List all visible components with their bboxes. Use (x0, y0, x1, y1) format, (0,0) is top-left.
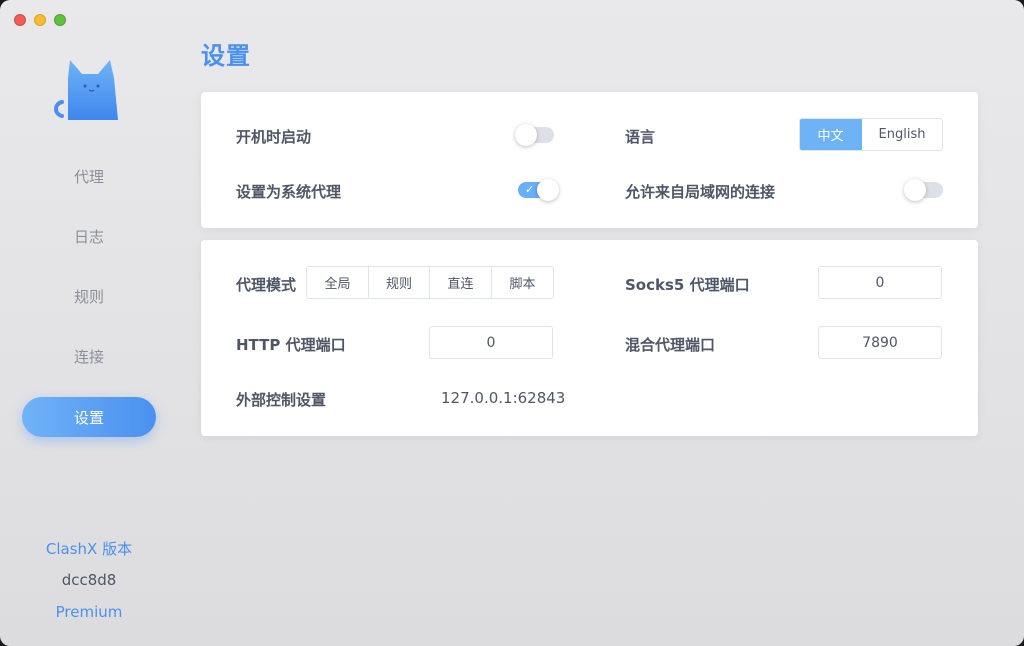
sidebar-item-connections[interactable]: 连接 (22, 336, 156, 376)
language-label: 语言 (625, 128, 656, 146)
sidebar-item-label: 日志 (73, 227, 104, 246)
sidebar-item-label: 连接 (73, 347, 104, 366)
language-option-english[interactable]: English (862, 119, 942, 150)
sidebar-item-label: 设置 (73, 408, 104, 427)
edition-label: Premium (55, 603, 123, 621)
clashx-cat-logo-icon (54, 60, 118, 120)
proxy-mode-script[interactable]: 脚本 (492, 267, 553, 298)
sidebar-item-label: 代理 (73, 167, 104, 186)
allow-lan-toggle[interactable] (904, 179, 943, 201)
socks5-port-input[interactable] (818, 266, 942, 299)
socks5-port-label: Socks5 代理端口 (625, 276, 750, 294)
mixed-port-label: 混合代理端口 (625, 336, 716, 354)
sidebar-item-label: 规则 (73, 287, 104, 306)
sidebar-item-rules[interactable]: 规则 (22, 276, 156, 316)
toggle-knob (515, 124, 537, 146)
app-window: 代理 日志 规则 连接 设置 ClashX 版本 dcc8d8 Premium … (0, 0, 1024, 646)
language-selector: 中文 English (799, 118, 943, 151)
sidebar-item-proxy[interactable]: 代理 (22, 156, 156, 196)
sidebar-item-settings[interactable]: 设置 (22, 397, 156, 437)
page-title: 设置 (201, 42, 251, 70)
external-controller-label: 外部控制设置 (236, 391, 327, 409)
sidebar: 代理 日志 规则 连接 设置 ClashX 版本 dcc8d8 Premium (0, 0, 178, 646)
proxy-mode-selector: 全局 规则 直连 脚本 (306, 266, 554, 299)
sidebar-item-logs[interactable]: 日志 (22, 216, 156, 256)
system-proxy-label: 设置为系统代理 (236, 183, 342, 201)
external-controller-address[interactable]: 127.0.0.1:62843 (441, 389, 565, 407)
language-option-chinese[interactable]: 中文 (800, 119, 862, 150)
proxy-settings-card: 代理模式 全局 规则 直连 脚本 Socks5 代理端口 HTTP 代理端口 混… (201, 240, 978, 436)
toggle-knob (904, 179, 926, 201)
toggle-knob (537, 179, 559, 201)
mixed-port-input[interactable] (818, 326, 942, 359)
proxy-mode-label: 代理模式 (236, 276, 297, 294)
version-label: ClashX 版本 (45, 540, 133, 558)
proxy-mode-direct[interactable]: 直连 (430, 267, 492, 298)
launch-at-login-label: 开机时启动 (236, 128, 312, 146)
system-proxy-toggle[interactable]: ✓ (518, 179, 559, 201)
proxy-mode-rule[interactable]: 规则 (369, 267, 430, 298)
launch-at-login-toggle[interactable] (515, 124, 554, 146)
version-value: dcc8d8 (61, 571, 117, 589)
http-port-input[interactable] (429, 326, 553, 359)
check-icon: ✓ (525, 183, 535, 196)
allow-lan-label: 允许来自局域网的连接 (625, 183, 776, 201)
general-settings-card: 开机时启动 设置为系统代理 ✓ 语言 中文 English 允许来自局域网的连接 (201, 92, 978, 228)
http-port-label: HTTP 代理端口 (236, 336, 346, 354)
proxy-mode-global[interactable]: 全局 (307, 267, 369, 298)
